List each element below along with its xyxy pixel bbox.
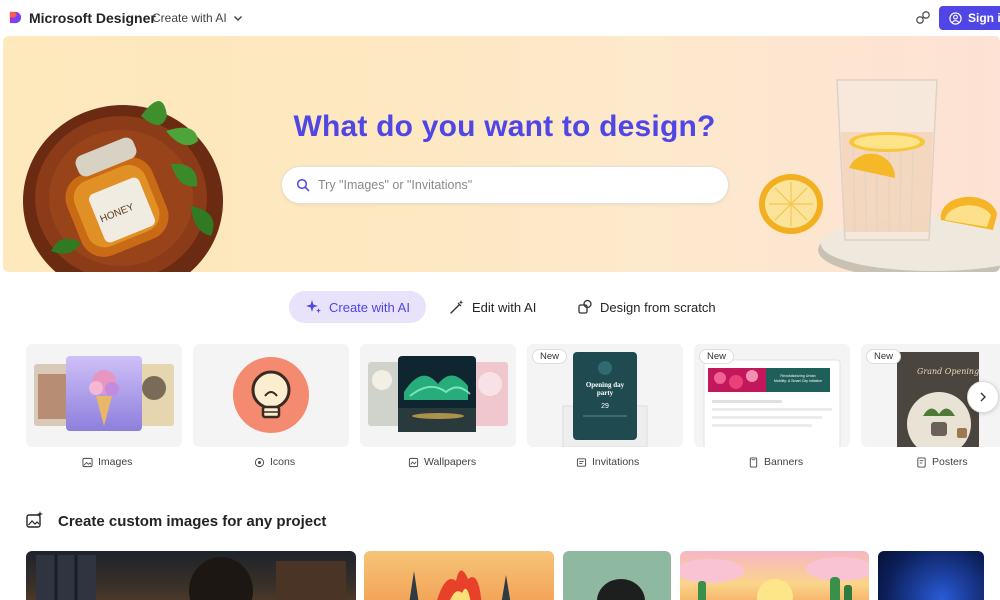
new-badge: New — [866, 349, 902, 364]
new-badge: New — [532, 349, 568, 364]
tab-edit-with-ai-label: Edit with AI — [472, 299, 537, 315]
poster-icon — [917, 456, 926, 468]
magic-wand-icon — [450, 300, 464, 314]
gallery-image-art — [409, 570, 511, 600]
search-input[interactable] — [318, 178, 698, 192]
images-thumbnail — [34, 356, 174, 431]
sparkle-icon — [306, 300, 321, 314]
tab-create-with-ai-label: Create with AI — [329, 299, 410, 315]
tab-create-with-ai[interactable]: Create with AI — [289, 291, 426, 323]
sign-in-label: Sign in — [968, 11, 1000, 25]
gallery-image-art — [597, 579, 645, 600]
carousel-next-button[interactable] — [967, 381, 999, 413]
hero-banner: HONEY What do you want to design? — [3, 36, 1000, 272]
category-label-images-text: Images — [98, 456, 133, 468]
wallpapers-thumbnail — [368, 356, 508, 432]
gallery-image[interactable] — [680, 551, 869, 600]
chevron-right-icon — [980, 392, 986, 402]
new-badge: New — [699, 349, 735, 364]
lemonade-illustration — [759, 79, 1000, 272]
shapes-icon — [578, 299, 592, 314]
invitation-icon — [576, 457, 587, 467]
banner-icon — [749, 456, 758, 468]
top-bar: Microsoft Designer Create with AI Sign i… — [0, 0, 1000, 36]
tab-design-from-scratch[interactable]: Design from scratch — [577, 291, 716, 323]
svg-text:party: party — [597, 389, 614, 397]
category-label-posters[interactable]: Posters — [916, 456, 968, 468]
category-label-banners[interactable]: Banners — [748, 456, 803, 468]
gallery-image[interactable] — [26, 551, 356, 600]
category-card-images[interactable] — [26, 344, 182, 447]
chevron-down-icon — [233, 16, 242, 21]
gallery-image[interactable] — [878, 551, 984, 600]
tab-edit-with-ai[interactable]: Edit with AI — [449, 291, 536, 323]
category-label-wallpapers-text: Wallpapers — [424, 456, 477, 468]
icons-icon — [254, 457, 265, 467]
tab-design-from-scratch-label: Design from scratch — [600, 299, 716, 315]
gallery-image[interactable] — [563, 551, 671, 600]
category-card-wallpapers[interactable] — [360, 344, 516, 447]
create-with-ai-menu[interactable]: Create with AI — [152, 11, 243, 25]
create-with-ai-menu-label: Create with AI — [152, 11, 227, 25]
category-label-posters-text: Posters — [932, 456, 968, 468]
svg-text:Revolutionizing Urban: Revolutionizing Urban — [780, 374, 815, 378]
category-card-icons[interactable] — [193, 344, 349, 447]
brand-name[interactable]: Microsoft Designer — [29, 10, 156, 26]
svg-text:Grand Opening: Grand Opening — [917, 367, 979, 376]
user-icon — [949, 11, 962, 25]
image-sparkle-icon — [26, 511, 43, 528]
svg-text:Mobility: A Smart City Initiat: Mobility: A Smart City Initiative — [774, 379, 822, 383]
search-bar[interactable] — [281, 166, 729, 204]
category-label-icons[interactable]: Icons — [254, 456, 295, 468]
gallery-image-art — [36, 555, 346, 600]
svg-text:Opening day: Opening day — [586, 381, 625, 389]
sign-in-button[interactable]: Sign in — [939, 6, 1000, 30]
category-label-invitations[interactable]: Invitations — [576, 456, 639, 468]
category-label-images[interactable]: Images — [82, 456, 132, 468]
category-label-icons-text: Icons — [270, 456, 296, 468]
category-card-invitations[interactable]: Opening day party 29 New — [527, 344, 683, 447]
category-label-banners-text: Banners — [764, 456, 804, 468]
wallpaper-icon — [408, 457, 419, 467]
share-icon[interactable] — [913, 8, 933, 28]
icons-thumbnail — [233, 357, 309, 433]
gallery-image[interactable] — [364, 551, 554, 600]
category-card-banners[interactable]: Revolutionizing Urban Mobility: A Smart … — [694, 344, 850, 447]
honey-jar-illustration: HONEY — [23, 101, 223, 272]
category-label-wallpapers[interactable]: Wallpapers — [408, 456, 476, 468]
section-title: Create custom images for any project — [58, 513, 327, 530]
category-label-invitations-text: Invitations — [592, 456, 640, 468]
designer-logo-icon — [9, 11, 22, 24]
search-icon — [296, 178, 310, 192]
image-icon — [82, 457, 93, 467]
invitation-date: 29 — [601, 403, 609, 410]
gallery-image-art — [680, 557, 869, 600]
